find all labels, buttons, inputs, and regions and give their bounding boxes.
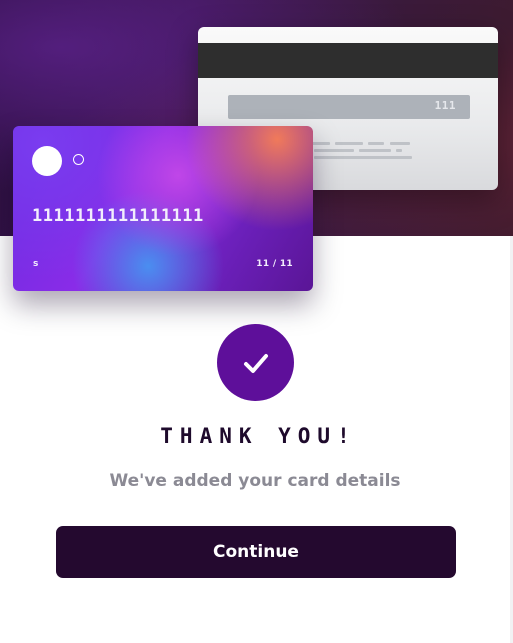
- card-cvc: 111: [434, 99, 456, 112]
- checkmark-icon: [243, 353, 268, 373]
- card-holder-name: s: [33, 259, 39, 269]
- card-confirmation-page: 111 1111111111111111 s 11 / 11 THANK YOU…: [0, 0, 513, 643]
- card-back-line: [314, 156, 412, 159]
- card-back-line: [368, 142, 384, 145]
- card-number: 1111111111111111: [32, 206, 204, 226]
- success-badge: [217, 324, 294, 401]
- card-back-line: [359, 149, 391, 152]
- card-back-line: [390, 142, 410, 145]
- card-back-line: [314, 149, 354, 152]
- card-front-preview: 1111111111111111 s 11 / 11: [13, 126, 313, 291]
- success-title: THANK YOU!: [160, 424, 357, 448]
- success-subtitle: We've added your card details: [109, 471, 401, 491]
- card-expiry: 11 / 11: [256, 259, 293, 269]
- signature-strip: 111: [228, 95, 470, 119]
- card-back-line: [335, 142, 363, 145]
- continue-button[interactable]: Continue: [56, 526, 456, 578]
- card-back-line: [396, 149, 402, 152]
- card-logo-circle-icon: [32, 146, 62, 176]
- magnetic-stripe: [198, 43, 498, 78]
- card-logo-ring-icon: [73, 154, 84, 165]
